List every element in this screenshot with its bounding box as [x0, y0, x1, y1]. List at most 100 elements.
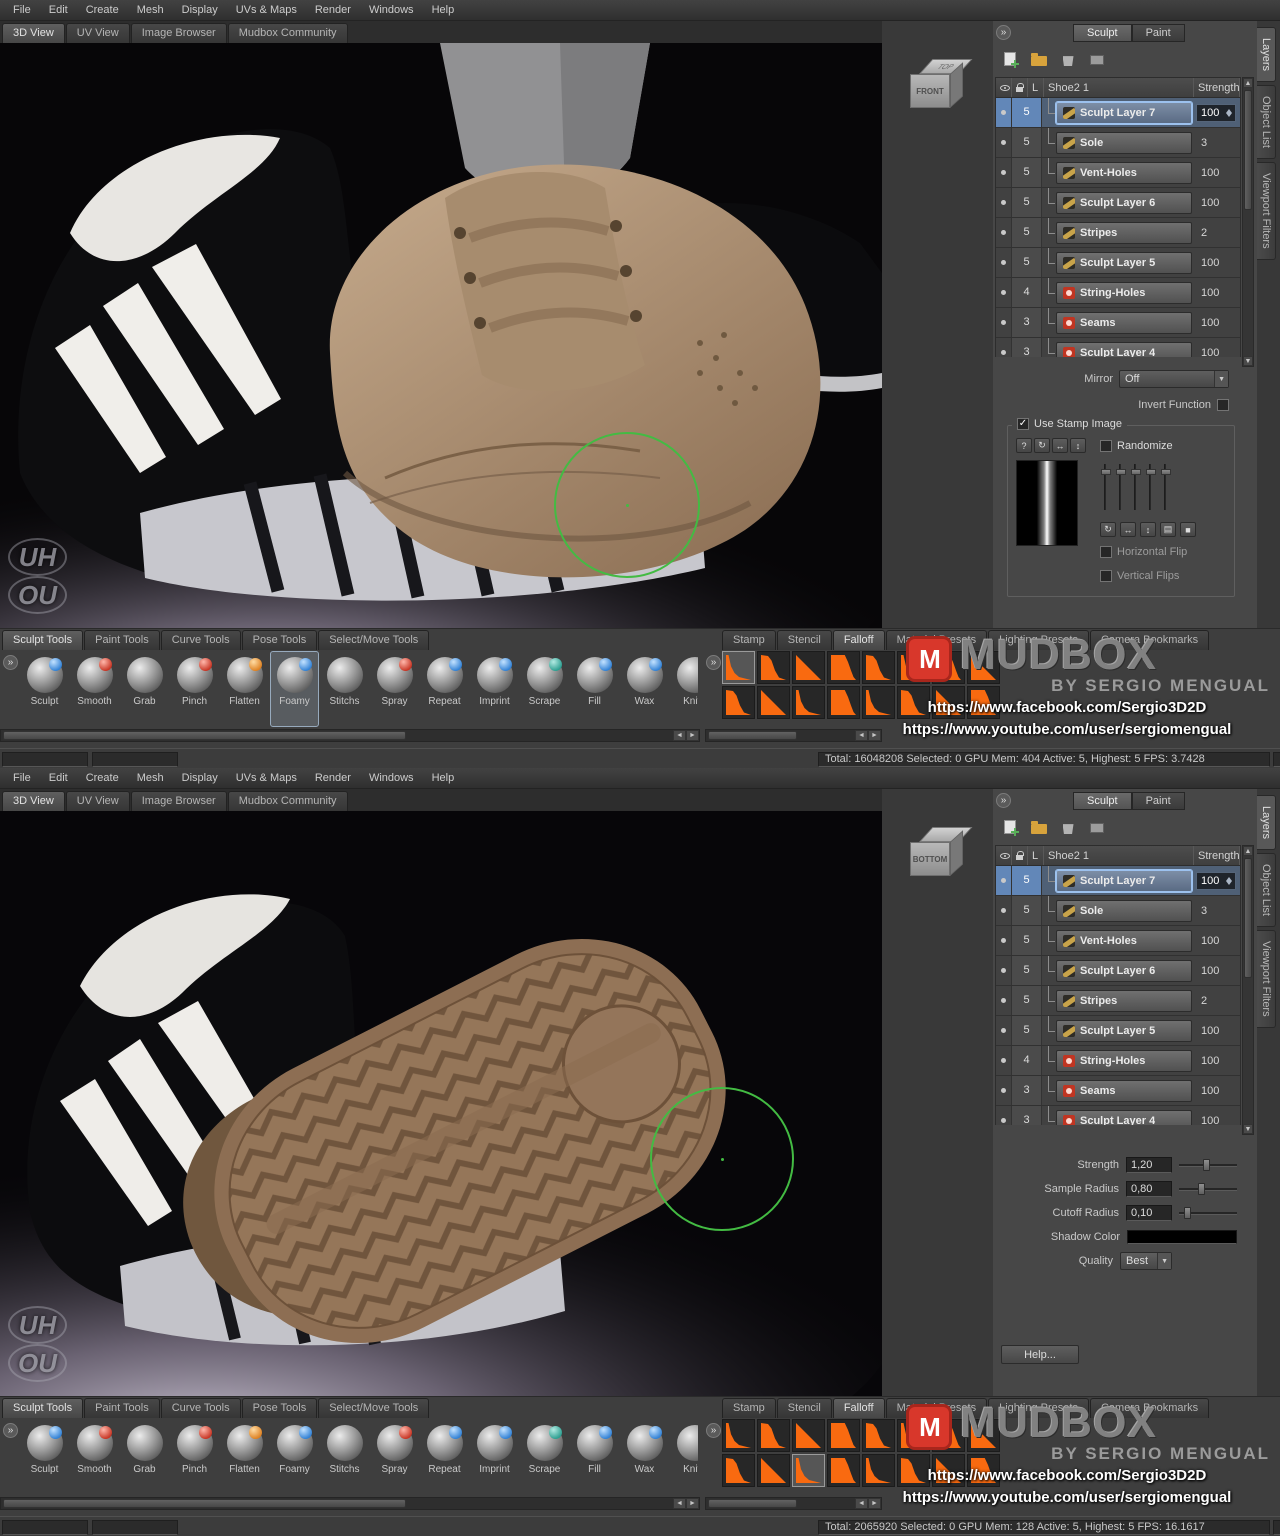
use-stamp-checkbox[interactable]: ✓: [1017, 418, 1029, 430]
scroll-down-button[interactable]: ▼: [1243, 356, 1253, 366]
lock-column-header[interactable]: [1012, 78, 1028, 97]
view-cube[interactable]: BOTTOM: [910, 827, 973, 887]
layer-strength-value[interactable]: 2: [1196, 995, 1240, 1007]
layer-row[interactable]: 5 Vent-Holes 100: [996, 926, 1240, 956]
preset-tray-expand-button[interactable]: »: [706, 655, 721, 670]
delete-layer-button[interactable]: [1057, 817, 1079, 837]
vertical-flip-checkbox[interactable]: [1100, 570, 1112, 582]
tool-button[interactable]: Pinch: [170, 1419, 219, 1495]
tool-category-tab[interactable]: Select/Move Tools: [318, 1398, 430, 1418]
tool-button[interactable]: Foamy: [270, 651, 319, 727]
view-cube-front-face[interactable]: BOTTOM: [910, 842, 950, 876]
scrollbar-track[interactable]: [1243, 88, 1253, 356]
scroll-right-button[interactable]: ►: [868, 1498, 881, 1509]
new-layer-button[interactable]: [999, 817, 1021, 837]
layer-row[interactable]: 3 Seams 100: [996, 1076, 1240, 1106]
layer-strength-value[interactable]: 100: [1196, 103, 1236, 122]
viewport-3d[interactable]: UH OU: [0, 43, 882, 628]
layer-name-button[interactable]: Sculpt Layer 7: [1056, 101, 1192, 124]
stamp-stop-button[interactable]: ■: [1180, 522, 1196, 537]
tool-category-tab[interactable]: Paint Tools: [84, 630, 160, 650]
layer-strength-value[interactable]: 100: [1196, 167, 1240, 179]
randomize-slider[interactable]: [1101, 464, 1111, 510]
side-panel-tab[interactable]: Object List: [1257, 85, 1276, 159]
layer-row[interactable]: 3 Sculpt Layer 4 100: [996, 1106, 1240, 1125]
strength-input[interactable]: 1,20: [1126, 1157, 1172, 1173]
falloff-preset[interactable]: [862, 686, 895, 719]
scrollbar-thumb[interactable]: [3, 1499, 407, 1508]
tool-category-tab[interactable]: Pose Tools: [241, 1398, 318, 1418]
layer-name-button[interactable]: Sculpt Layer 6: [1056, 191, 1192, 214]
layer-name-button[interactable]: Stripes: [1056, 221, 1192, 244]
tool-category-tab[interactable]: Select/Move Tools: [318, 630, 430, 650]
new-group-button[interactable]: [1028, 49, 1050, 69]
layer-strength-value[interactable]: 100: [1196, 1085, 1240, 1097]
layer-visibility-toggle[interactable]: [996, 218, 1012, 247]
view-tab[interactable]: 3D View: [2, 23, 65, 43]
menu-item[interactable]: Render: [306, 1, 360, 19]
tool-button[interactable]: Spray: [370, 1419, 419, 1495]
tool-button[interactable]: Sculpt: [20, 651, 69, 727]
scrollbar-thumb[interactable]: [3, 731, 407, 740]
delete-layer-button[interactable]: [1057, 49, 1079, 69]
falloff-preset[interactable]: [897, 1454, 930, 1487]
falloff-preset[interactable]: [792, 686, 825, 719]
view-tab[interactable]: Mudbox Community: [227, 23, 348, 43]
preset-tray-tab[interactable]: Stamp: [722, 630, 776, 650]
scrollbar-track[interactable]: [706, 730, 855, 741]
scroll-up-button[interactable]: ▲: [1243, 78, 1253, 88]
layer-visibility-toggle[interactable]: [996, 1016, 1012, 1045]
menu-item[interactable]: UVs & Maps: [227, 1, 306, 19]
menu-item[interactable]: Windows: [360, 769, 423, 787]
slider-thumb[interactable]: [1146, 469, 1156, 475]
falloff-preset[interactable]: [722, 651, 755, 684]
sample-radius-slider[interactable]: [1179, 1182, 1237, 1196]
falloff-preset[interactable]: [967, 651, 1000, 684]
new-group-button[interactable]: [1028, 817, 1050, 837]
menu-item[interactable]: Windows: [360, 1, 423, 19]
shadow-color-swatch[interactable]: [1127, 1230, 1237, 1244]
layer-strength-value[interactable]: 100: [1196, 965, 1240, 977]
scrollbar-thumb[interactable]: [1244, 858, 1252, 978]
tool-button[interactable]: Scrape: [520, 1419, 569, 1495]
layer-strength-value[interactable]: 3: [1196, 137, 1240, 149]
stamp-flip-h-button[interactable]: ↔: [1052, 438, 1068, 453]
tool-button[interactable]: Scrape: [520, 651, 569, 727]
tool-button[interactable]: Imprint: [470, 651, 519, 727]
layer-visibility-toggle[interactable]: [996, 1106, 1012, 1125]
menu-item[interactable]: Edit: [40, 1, 77, 19]
falloff-preset[interactable]: [932, 1454, 965, 1487]
falloff-preset[interactable]: [967, 1419, 1000, 1452]
view-cube-top-face[interactable]: TOP: [919, 59, 973, 74]
view-tab[interactable]: Image Browser: [130, 23, 227, 43]
scrollbar-track[interactable]: [706, 1498, 855, 1509]
stamp-swap-button[interactable]: ↔: [1120, 522, 1136, 537]
preset-tray-scrollbar[interactable]: ◄ ►: [705, 729, 882, 742]
falloff-preset[interactable]: [897, 686, 930, 719]
layer-strength-value[interactable]: 3: [1196, 905, 1240, 917]
preset-tray-tab[interactable]: Lighting Presets: [988, 630, 1089, 650]
tool-button[interactable]: Grab: [120, 651, 169, 727]
slider-thumb[interactable]: [1197, 1183, 1205, 1195]
tool-button[interactable]: Fill: [570, 651, 619, 727]
object-name-header[interactable]: Shoe2 1: [1044, 78, 1194, 97]
scroll-left-button[interactable]: ◄: [855, 1498, 868, 1509]
visibility-column-header[interactable]: [996, 846, 1012, 865]
tray-expand-button[interactable]: »: [3, 1423, 18, 1438]
scrollbar-thumb[interactable]: [708, 1499, 798, 1508]
scroll-left-button[interactable]: ◄: [673, 730, 686, 741]
layer-strength-value[interactable]: 100: [1196, 1025, 1240, 1037]
layer-row[interactable]: 5 Sculpt Layer 6 100: [996, 956, 1240, 986]
object-name-header[interactable]: Shoe2 1: [1044, 846, 1194, 865]
menu-item[interactable]: Mesh: [128, 769, 173, 787]
tool-button[interactable]: Stitchs: [320, 1419, 369, 1495]
new-layer-button[interactable]: [999, 49, 1021, 69]
layer-row[interactable]: 5 Sole 3: [996, 896, 1240, 926]
layer-name-button[interactable]: Sculpt Layer 6: [1056, 959, 1192, 982]
randomize-slider[interactable]: [1131, 464, 1141, 510]
tool-button[interactable]: Smooth: [70, 651, 119, 727]
view-cube-top-face[interactable]: [919, 827, 973, 842]
layer-visibility-toggle[interactable]: [996, 308, 1012, 337]
layer-name-button[interactable]: Sculpt Layer 5: [1056, 251, 1192, 274]
layer-name-button[interactable]: Seams: [1056, 311, 1192, 334]
